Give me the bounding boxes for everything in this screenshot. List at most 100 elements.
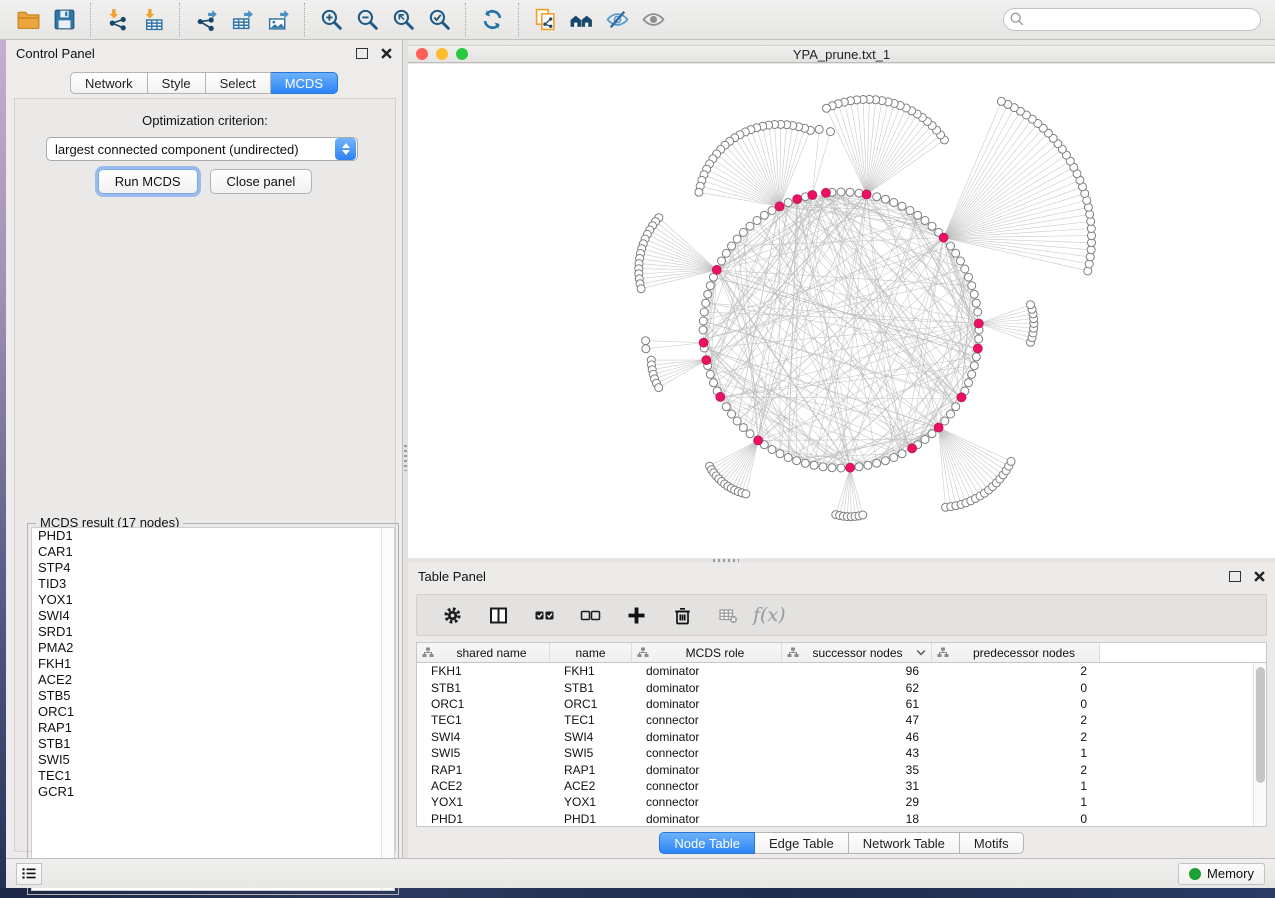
- network-node[interactable]: [873, 459, 881, 467]
- network-node[interactable]: [722, 249, 730, 257]
- network-node[interactable]: [928, 222, 936, 230]
- show-all-button[interactable]: [635, 4, 671, 36]
- network-node[interactable]: [898, 450, 906, 458]
- network-mcds-hub-node[interactable]: [939, 233, 948, 242]
- network-node[interactable]: [965, 379, 973, 387]
- table-row[interactable]: TEC1TEC1connector472: [417, 712, 1253, 728]
- add-column-button[interactable]: [617, 598, 655, 632]
- tab-style[interactable]: Style: [148, 72, 206, 94]
- hide-selected-button[interactable]: [599, 4, 635, 36]
- network-canvas[interactable]: [408, 64, 1275, 558]
- network-node[interactable]: [699, 317, 707, 325]
- tab-network-table[interactable]: Network Table: [849, 832, 960, 854]
- network-node[interactable]: [746, 430, 754, 438]
- network-node[interactable]: [947, 242, 955, 250]
- mcds-result-item[interactable]: STP4: [32, 560, 394, 576]
- save-session-button[interactable]: [46, 4, 82, 36]
- first-neighbors-button[interactable]: [563, 4, 599, 36]
- network-node[interactable]: [706, 370, 714, 378]
- criterion-select[interactable]: largest connected component (undirected): [46, 137, 358, 161]
- network-node[interactable]: [793, 457, 801, 465]
- table-row[interactable]: ACE2ACE2connector311: [417, 778, 1253, 794]
- network-node[interactable]: [728, 242, 736, 250]
- network-node[interactable]: [746, 222, 754, 230]
- run-mcds-button[interactable]: Run MCDS: [98, 169, 198, 194]
- network-mcds-hub-node[interactable]: [862, 190, 871, 199]
- network-leaf-node[interactable]: [997, 97, 1005, 105]
- network-node[interactable]: [710, 379, 718, 387]
- deselect-all-rows-button[interactable]: [571, 598, 609, 632]
- network-node[interactable]: [718, 257, 726, 265]
- column-header-name[interactable]: name: [550, 643, 632, 662]
- network-node[interactable]: [968, 282, 976, 290]
- network-mcds-hub-node[interactable]: [712, 266, 721, 275]
- network-node[interactable]: [733, 235, 741, 243]
- zoom-out-button[interactable]: [349, 4, 385, 36]
- mcds-result-item[interactable]: RAP1: [32, 720, 394, 736]
- network-node[interactable]: [972, 353, 980, 361]
- network-node[interactable]: [975, 335, 983, 343]
- network-leaf-node[interactable]: [1027, 301, 1035, 309]
- mcds-result-item[interactable]: GCR1: [32, 784, 394, 800]
- float-panel-icon[interactable]: [356, 48, 368, 59]
- mcds-result-item[interactable]: TEC1: [32, 768, 394, 784]
- close-table-panel-icon[interactable]: [1253, 570, 1265, 582]
- network-leaf-node[interactable]: [823, 104, 831, 112]
- network-mcds-hub-node[interactable]: [974, 319, 983, 328]
- tab-network[interactable]: Network: [70, 72, 148, 94]
- export-table-button[interactable]: [224, 4, 260, 36]
- network-leaf-node[interactable]: [642, 337, 650, 345]
- table-options-button[interactable]: [433, 598, 471, 632]
- network-node[interactable]: [921, 217, 929, 225]
- network-leaf-node[interactable]: [1007, 457, 1015, 465]
- import-table-button[interactable]: [135, 4, 171, 36]
- network-node[interactable]: [784, 454, 792, 462]
- network-node[interactable]: [760, 211, 768, 219]
- network-mcds-hub-node[interactable]: [754, 436, 763, 445]
- tab-select[interactable]: Select: [206, 72, 271, 94]
- network-node[interactable]: [739, 228, 747, 236]
- mcds-result-item[interactable]: ACE2: [32, 672, 394, 688]
- clone-network-button[interactable]: [527, 4, 563, 36]
- function-builder-button[interactable]: f(x): [747, 604, 786, 626]
- network-node[interactable]: [873, 193, 881, 201]
- refresh-layout-button[interactable]: [474, 4, 510, 36]
- network-node[interactable]: [947, 410, 955, 418]
- column-header-shared-name[interactable]: shared name: [417, 643, 550, 662]
- show-panels-list-button[interactable]: [16, 863, 42, 885]
- network-node[interactable]: [768, 207, 776, 215]
- mcds-result-item[interactable]: STB1: [32, 736, 394, 752]
- network-leaf-node[interactable]: [742, 490, 750, 498]
- network-node[interactable]: [921, 436, 929, 444]
- network-node[interactable]: [952, 249, 960, 257]
- network-leaf-node[interactable]: [637, 285, 645, 293]
- mcds-result-item[interactable]: PMA2: [32, 640, 394, 656]
- search-input[interactable]: [1003, 8, 1261, 31]
- network-node[interactable]: [753, 217, 761, 225]
- network-mcds-hub-node[interactable]: [716, 393, 725, 402]
- mcds-result-item[interactable]: SWI5: [32, 752, 394, 768]
- open-session-button[interactable]: [10, 4, 46, 36]
- network-node[interactable]: [898, 202, 906, 210]
- network-node[interactable]: [970, 362, 978, 370]
- network-node[interactable]: [952, 403, 960, 411]
- network-mcds-hub-node[interactable]: [822, 188, 831, 197]
- network-node[interactable]: [855, 189, 863, 197]
- network-leaf-node[interactable]: [642, 345, 650, 353]
- network-leaf-node[interactable]: [815, 125, 823, 133]
- table-row[interactable]: ORC1ORC1dominator610: [417, 696, 1253, 712]
- mcds-list-scrollbar[interactable]: [381, 528, 394, 890]
- mcds-result-item[interactable]: STB5: [32, 688, 394, 704]
- export-network-button[interactable]: [188, 4, 224, 36]
- network-node[interactable]: [965, 273, 973, 281]
- network-node[interactable]: [972, 299, 980, 307]
- delete-column-button[interactable]: [663, 598, 701, 632]
- memory-button[interactable]: Memory: [1178, 863, 1265, 885]
- column-header-predecessor-nodes[interactable]: predecessor nodes: [932, 643, 1100, 662]
- network-node[interactable]: [702, 299, 710, 307]
- network-node[interactable]: [837, 188, 845, 196]
- mcds-result-item[interactable]: ORC1: [32, 704, 394, 720]
- show-columns-button[interactable]: [479, 598, 517, 632]
- column-menu-icon[interactable]: [916, 649, 926, 656]
- mcds-result-item[interactable]: FKH1: [32, 656, 394, 672]
